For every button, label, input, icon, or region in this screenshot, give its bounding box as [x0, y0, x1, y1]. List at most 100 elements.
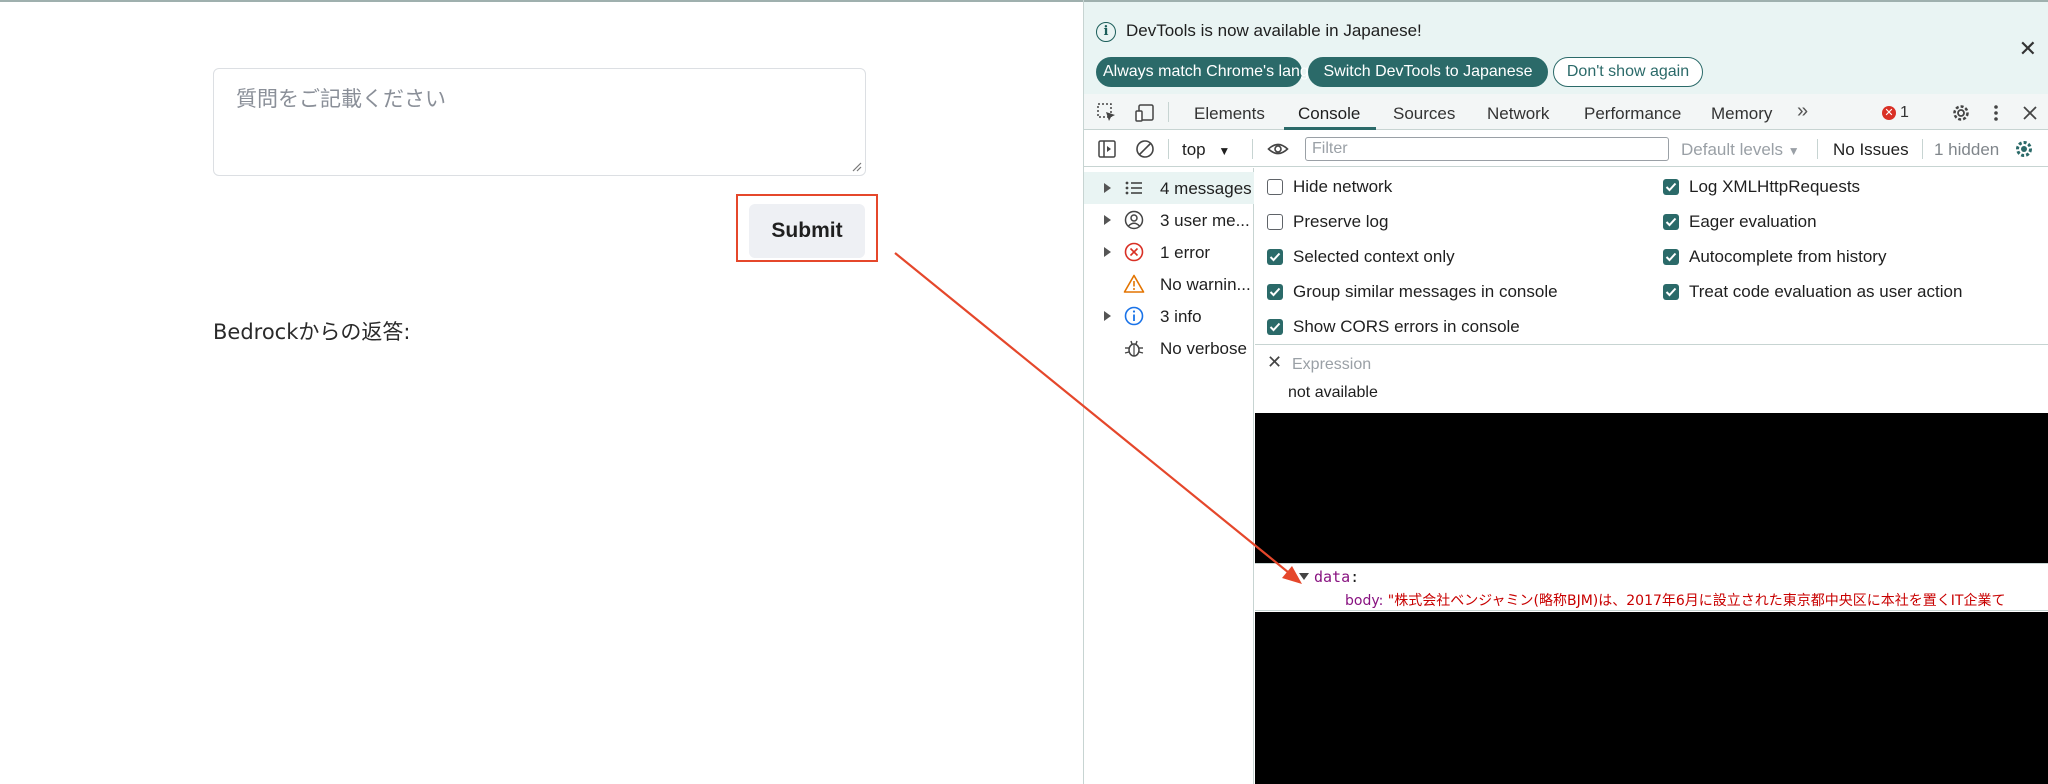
eager-evaluation-checkbox[interactable]	[1663, 214, 1679, 230]
info-icon: i	[1096, 22, 1116, 42]
error-icon	[1124, 242, 1144, 262]
group-similar-checkbox[interactable]	[1267, 284, 1283, 300]
hidden-messages-count: 1 hidden	[1934, 140, 2000, 159]
error-icon: ✕	[1882, 105, 1896, 120]
body-property: body: "株式会社ベンジャミン(略称BJM)は、2017年6月に設立された東…	[1345, 593, 2006, 609]
user-icon	[1124, 210, 1144, 230]
filter-placeholder: Filter	[1312, 140, 1348, 157]
tab-memory[interactable]: Memory	[1711, 104, 1772, 124]
remove-expression-icon[interactable]: ✕	[1267, 352, 1282, 373]
tab-console[interactable]: Console	[1298, 104, 1360, 124]
cors-errors-checkbox[interactable]	[1267, 319, 1283, 335]
question-textarea[interactable]: 質問をご記載ください	[213, 68, 866, 176]
sidebar-item-verbose[interactable]: No verbose	[1084, 332, 1254, 364]
user-action-label: Treat code evaluation as user action	[1689, 282, 1963, 301]
preserve-log-checkbox[interactable]	[1267, 214, 1283, 230]
live-expression-eye-icon[interactable]	[1267, 138, 1289, 160]
expand-arrow-icon[interactable]	[1104, 311, 1111, 321]
console-data-entry[interactable]: data: body: "株式会社ベンジャミン(略称BJM)は、2017年6月に…	[1255, 563, 2048, 611]
console-sidebar: 4 messages 3 user me... 1 error No warni…	[1084, 168, 1254, 784]
close-devtools-icon[interactable]	[2019, 102, 2041, 124]
more-tabs-icon[interactable]: »	[1797, 100, 1808, 123]
body-value-text: "株式会社ベンジャミン(略称BJM)は、2017年6月に設立された東京都中央区に…	[1387, 593, 2006, 609]
info-icon	[1124, 306, 1144, 326]
cors-errors-label: Show CORS errors in console	[1293, 317, 1520, 336]
error-counter[interactable]: ✕ 1	[1882, 104, 1909, 122]
toolbar-separator	[1922, 139, 1923, 159]
expand-arrow-icon[interactable]	[1104, 247, 1111, 257]
chevron-down-icon: ▼	[1787, 144, 1800, 158]
chevron-down-icon: ▼	[1218, 144, 1231, 158]
selected-context-label: Selected context only	[1293, 247, 1455, 266]
sidebar-item-label: 4 messages	[1160, 179, 1252, 198]
submit-button[interactable]: Submit	[749, 204, 865, 258]
inspect-element-icon[interactable]	[1096, 102, 1118, 124]
tab-sources[interactable]: Sources	[1393, 104, 1455, 124]
autocomplete-history-checkbox[interactable]	[1663, 249, 1679, 265]
expand-arrow-icon[interactable]	[1104, 183, 1111, 193]
close-icon[interactable]: ✕	[2019, 38, 2037, 60]
tab-elements[interactable]: Elements	[1194, 104, 1265, 124]
sidebar-item-label: 3 user me...	[1160, 211, 1250, 230]
settings-gear-icon[interactable]	[1950, 102, 1972, 124]
list-icon	[1125, 181, 1142, 195]
tab-performance[interactable]: Performance	[1584, 104, 1681, 124]
bug-icon	[1124, 340, 1144, 357]
hide-network-checkbox[interactable]	[1267, 179, 1283, 195]
sidebar-item-warnings[interactable]: No warnin...	[1084, 268, 1254, 300]
response-label: Bedrockからの返答:	[213, 320, 411, 344]
data-key-text: data	[1314, 568, 1351, 586]
log-levels-value: Default levels	[1681, 140, 1784, 159]
expression-input[interactable]: Expression	[1292, 356, 1371, 374]
eager-evaluation-label: Eager evaluation	[1689, 212, 1817, 231]
selected-context-checkbox[interactable]	[1267, 249, 1283, 265]
sidebar-item-label: No verbose	[1160, 339, 1247, 358]
question-placeholder: 質問をご記載ください	[236, 87, 446, 111]
context-value: top	[1182, 140, 1206, 159]
expression-value: not available	[1288, 384, 1378, 401]
infobar-message: DevTools is now available in Japanese!	[1126, 21, 1422, 40]
match-language-button[interactable]: Always match Chrome's language	[1096, 57, 1344, 87]
context-select[interactable]: top ▼	[1182, 140, 1230, 160]
resize-grip-icon[interactable]	[850, 160, 862, 172]
error-count: 1	[1900, 104, 1909, 121]
log-xhr-checkbox[interactable]	[1663, 179, 1679, 195]
filter-input[interactable]: Filter	[1305, 137, 1669, 161]
clear-console-icon[interactable]	[1134, 138, 1156, 160]
dont-show-again-button[interactable]: Don't show again	[1553, 57, 1703, 87]
language-infobar: i DevTools is now available in Japanese!…	[1084, 0, 2048, 94]
issues-counter[interactable]: No Issues	[1833, 140, 1909, 160]
collapse-arrow-icon[interactable]	[1299, 573, 1309, 580]
data-property: data:	[1314, 568, 1360, 586]
switch-language-button[interactable]: Switch DevTools to Japanese	[1308, 57, 1548, 87]
toolbar-separator	[1817, 139, 1818, 159]
devtools-tabbar: Elements Console Sources Network Perform…	[1084, 94, 2048, 130]
sidebar-item-label: No warnin...	[1160, 275, 1251, 294]
redacted-console-output	[1255, 612, 2048, 784]
console-filterbar: top ▼ Filter Default levels ▼ No Issues …	[1084, 131, 2048, 167]
sidebar-toggle-icon[interactable]	[1096, 138, 1118, 160]
body-key-text: body	[1345, 593, 1379, 609]
toolbar-separator	[1168, 139, 1169, 159]
web-page: 質問をご記載ください Submit Bedrockからの返答:	[0, 0, 1083, 784]
device-toolbar-icon[interactable]	[1134, 102, 1156, 124]
group-similar-label: Group similar messages in console	[1293, 282, 1558, 301]
console-settings-panel: Hide network Preserve log Selected conte…	[1255, 168, 2048, 345]
sidebar-item-errors[interactable]: 1 error	[1084, 236, 1254, 268]
kebab-menu-icon[interactable]	[1985, 102, 2007, 124]
log-levels-dropdown[interactable]: Default levels ▼	[1681, 140, 1800, 160]
live-expression-row: ✕ Expression not available	[1255, 346, 2048, 412]
user-action-checkbox[interactable]	[1663, 284, 1679, 300]
console-settings-gear-icon[interactable]	[2013, 138, 2035, 160]
sidebar-item-label: 3 info	[1160, 307, 1202, 326]
log-xhr-label: Log XMLHttpRequests	[1689, 177, 1861, 196]
devtools-panel: i DevTools is now available in Japanese!…	[1083, 0, 2048, 784]
toolbar-separator	[1168, 102, 1169, 122]
autocomplete-history-label: Autocomplete from history	[1689, 247, 1887, 266]
sidebar-item-user-messages[interactable]: 3 user me...	[1084, 204, 1254, 236]
tab-network[interactable]: Network	[1487, 104, 1549, 124]
sidebar-item-messages[interactable]: 4 messages	[1084, 172, 1254, 204]
warning-icon	[1123, 274, 1145, 293]
sidebar-item-info[interactable]: 3 info	[1084, 300, 1254, 332]
expand-arrow-icon[interactable]	[1104, 215, 1111, 225]
